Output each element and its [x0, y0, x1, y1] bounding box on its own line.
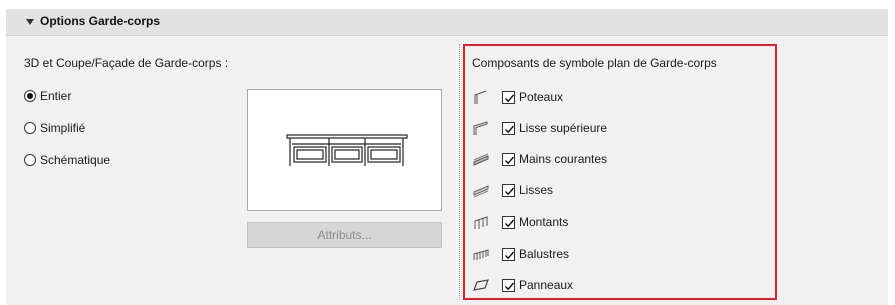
- checkmark-icon: [505, 156, 515, 164]
- radio-simplifie[interactable]: Simplifié: [24, 120, 85, 136]
- railing-preview: [247, 89, 442, 211]
- components-label: Composants de symbole plan de Garde-corp…: [472, 56, 717, 70]
- component-row-mains-courantes[interactable]: Mains courantes: [472, 150, 607, 168]
- checkbox-label: Montants: [519, 215, 569, 229]
- component-row-montants[interactable]: Montants: [472, 213, 568, 231]
- attributes-button[interactable]: Attributs...: [247, 222, 442, 248]
- component-row-poteaux[interactable]: Poteaux: [472, 88, 563, 106]
- handrail-symbol-icon: [473, 153, 489, 166]
- component-row-lisses[interactable]: Lisses: [472, 181, 553, 199]
- radio-indicator[interactable]: [24, 122, 36, 134]
- radio-schematique[interactable]: Schématique: [24, 152, 110, 168]
- checkmark-icon: [505, 219, 515, 227]
- checkbox[interactable]: [502, 215, 515, 229]
- checkbox-label: Poteaux: [519, 90, 564, 104]
- checkbox-label: Panneaux: [519, 278, 574, 292]
- checkmark-icon: [505, 282, 515, 290]
- radio-indicator[interactable]: [24, 154, 36, 166]
- rail-symbol-icon: [473, 185, 489, 198]
- post-symbol-icon: [474, 90, 487, 104]
- component-row-balustres[interactable]: Balustres: [472, 245, 569, 263]
- checkbox[interactable]: [502, 278, 515, 292]
- collapse-triangle-icon[interactable]: [26, 18, 34, 26]
- radio-label: Schématique: [40, 153, 111, 167]
- radio-label: Simplifié: [40, 121, 86, 135]
- checkbox-label: Lisses: [519, 183, 554, 197]
- checkmark-icon: [505, 251, 515, 259]
- railing-preview-icon: [286, 134, 408, 166]
- panel-header[interactable]: Options Garde-corps: [6, 9, 888, 36]
- checkbox[interactable]: [502, 152, 515, 166]
- checkbox[interactable]: [502, 247, 515, 261]
- radio-entier[interactable]: Entier: [24, 88, 71, 104]
- checkmark-icon: [505, 94, 515, 102]
- checkmark-icon: [505, 125, 515, 133]
- panel-title: Options Garde-corps: [40, 14, 161, 28]
- checkmark-icon: [505, 187, 515, 195]
- column-separator: [459, 44, 460, 300]
- checkbox-label: Balustres: [519, 247, 570, 261]
- component-row-panneaux[interactable]: Panneaux: [472, 276, 573, 294]
- radio-indicator[interactable]: [24, 90, 36, 102]
- top-rail-symbol-icon: [473, 121, 488, 135]
- view-mode-label: 3D et Coupe/Façade de Garde-corps :: [24, 56, 229, 70]
- checkbox[interactable]: [502, 183, 515, 197]
- component-row-lisse-superieure[interactable]: Lisse supérieure: [472, 119, 607, 137]
- checkbox[interactable]: [502, 90, 515, 104]
- checkbox[interactable]: [502, 121, 515, 135]
- baluster-symbol-icon: [473, 249, 489, 260]
- inner-post-symbol-icon: [474, 216, 488, 229]
- panel-symbol-icon: [473, 279, 489, 291]
- checkbox-label: Mains courantes: [519, 152, 608, 166]
- radio-label: Entier: [40, 89, 72, 103]
- checkbox-label: Lisse supérieure: [519, 121, 608, 135]
